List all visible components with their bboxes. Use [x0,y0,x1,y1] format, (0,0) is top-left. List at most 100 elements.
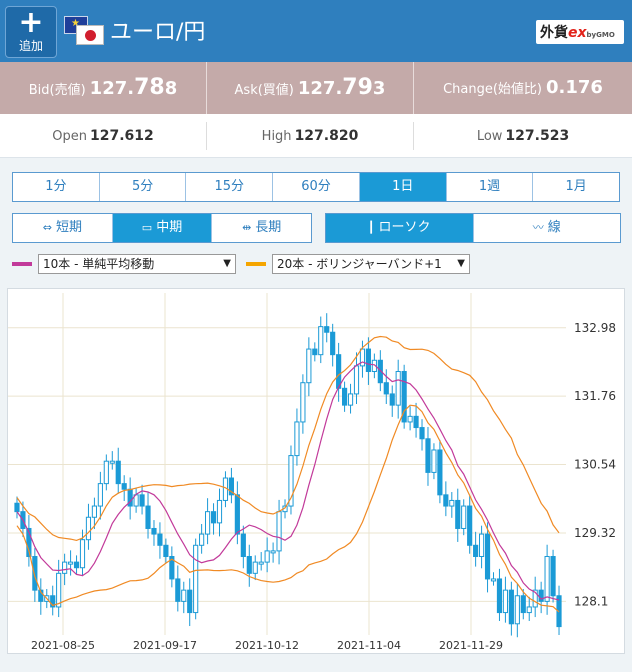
candle-body [145,505,151,529]
candle-body [419,427,425,440]
y-tick-label: 131.76 [574,389,616,403]
candle-body [449,499,455,507]
candle-body [97,483,103,507]
tab-timeframe-4[interactable]: 1日 [359,173,447,201]
x-tick-label: 2021-09-17 [133,639,197,652]
candle-body [14,502,20,513]
candle-body [496,578,503,614]
candle-body [193,544,199,614]
bollinger-lower-line [16,404,560,613]
x-tick-label: 2021-11-29 [439,639,503,652]
change-value: 0.176 [545,77,603,98]
candle-body [461,505,467,529]
candle-body [443,494,449,507]
tab-timeframe-3[interactable]: 60分 [273,173,360,201]
tab-timeframe-2[interactable]: 15分 [186,173,274,201]
tab-timeframe-1[interactable]: 5分 [100,173,187,201]
chevron-down-icon: ▼ [223,258,231,269]
candle-body [85,516,92,541]
open-value: 127.612 [89,128,154,144]
bid-quote: Bid(売値) 127.788 [0,62,206,114]
candlestick-chart-svg[interactable]: 132.98 131.76 130.54 129.32 128.1 2021-08-25 2… [8,289,624,653]
candle-body [240,533,246,558]
tab-term-1[interactable]: ▭ 中期 [112,214,213,242]
candle-body [294,421,300,457]
ohl-row: Open 127.612 High 127.820 Low 127.523 [0,114,632,158]
tab-term-label: 中期 [156,220,183,235]
indicator-2-select[interactable]: 20本 - ボリンジャーバンド+1 ▼ [272,254,470,274]
candle-body [389,393,395,406]
candle-body [520,595,526,614]
low-cell: Low 127.523 [414,114,632,158]
candle-body [199,533,205,546]
candle-body [336,354,342,389]
candle-body [324,326,330,333]
tab-chart-type-0[interactable]: ┃ ローソク [326,214,474,242]
tab-timeframe-6[interactable]: 1月 [533,173,619,201]
candle-body [205,511,211,535]
change-quote: Change(始値比) 0.176 [414,62,632,114]
ask-quote: Ask(買値) 127.793 [207,62,413,114]
candle-body [467,505,473,546]
tab-chart-type-1[interactable]: 〰線 [474,214,621,242]
price-chart[interactable]: 132.98 131.76 130.54 129.32 128.1 2021-08-25 2… [7,288,625,654]
candle-body [407,415,413,423]
indicator-2: 20本 - ボリンジャーバンド+1 ▼ [246,254,472,274]
candle-body [484,533,491,580]
candle-body [32,556,38,591]
chevron-down-icon: ▼ [457,258,465,269]
candle-body [508,589,514,625]
tab-term-2[interactable]: ⇹ 長期 [212,214,311,242]
candle-body [455,499,461,529]
tab-chart-type-label: 線 [547,220,561,235]
line-chart-icon: 〰 [532,221,544,234]
indicator-2-color-swatch [246,262,266,266]
candle-body [425,438,431,473]
indicator-1-label: 10本 - 単純平均移動 [43,257,155,271]
candle-body [330,331,336,356]
candle-body [246,556,252,574]
candle-body [383,382,389,395]
term-tabs: ⇔ 短期 ▭ 中期 ⇹ 長期 [12,213,312,243]
candle-body [431,449,437,473]
tab-term-0[interactable]: ⇔ 短期 [13,214,113,242]
arrows-horizontal-icon: ⇔ [42,221,52,234]
candle-body [490,578,497,582]
candlestick-icon: ┃ [367,221,375,234]
candle-body [234,494,240,535]
candle-body [68,561,74,565]
candle-body [300,382,306,423]
candle-body [347,393,354,406]
chart-type-tabs: ┃ ローソク〰線 [325,213,621,243]
tab-term-label: 長期 [255,220,282,235]
y-tick-label: 129.32 [574,526,616,540]
candle-body [115,460,121,485]
bid-label: Bid(売値) [28,83,86,98]
candle-body [79,539,86,569]
indicator-1-select[interactable]: 10本 - 単純平均移動 ▼ [38,254,236,274]
brand-logo: 外貨exbyGMO [536,20,624,44]
bid-value-pips: 78 [134,75,165,100]
candle-body [264,550,270,563]
candle-body [306,348,312,384]
logo-ex-text: ex [568,25,587,41]
app-header: + 追加 ユーロ/円 外貨exbyGMO [0,0,632,62]
candle-body [437,449,443,496]
add-button[interactable]: + 追加 [5,6,57,58]
ask-value-main: 127. [297,78,343,99]
change-label: Change(始値比) [443,82,542,97]
ask-value-fraction: 3 [372,78,386,99]
tab-timeframe-0[interactable]: 1分 [13,173,100,201]
candle-body [252,561,258,574]
tab-timeframe-5[interactable]: 1週 [447,173,534,201]
high-value: 127.820 [294,128,359,144]
tab-term-label: 短期 [55,220,82,235]
arrows-outward-icon: ⇹ [242,221,252,234]
quote-row: Bid(売値) 127.788 Ask(買値) 127.793 Change(始値比… [0,62,632,114]
low-label: Low [476,129,503,144]
x-tick-label: 2021-10-12 [235,639,299,652]
tab-chart-type-label: ローソク [378,220,431,235]
candle-body [395,370,401,406]
candle-body [139,494,145,507]
x-tick-label: 2021-11-04 [337,639,401,652]
